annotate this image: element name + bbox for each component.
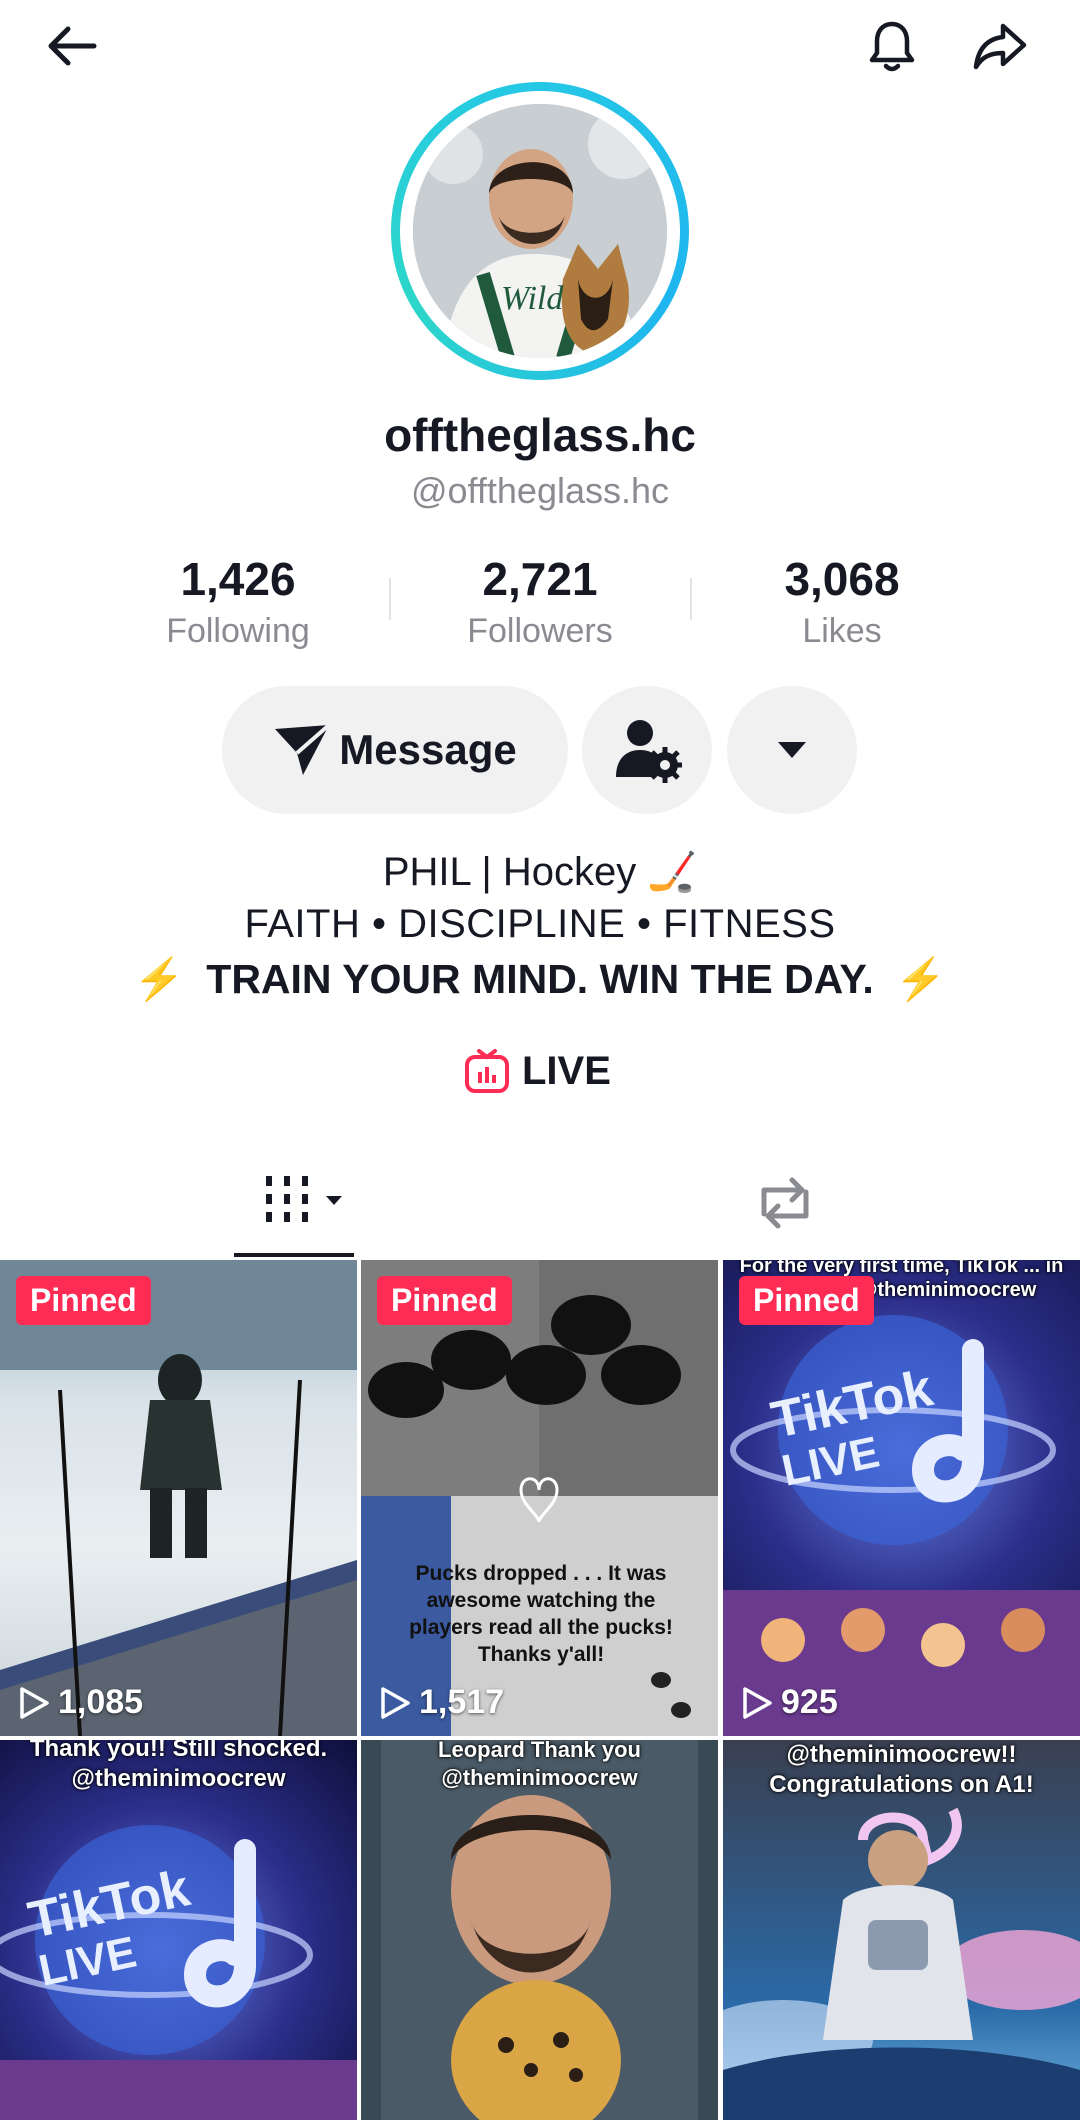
message-button[interactable]: Message	[222, 686, 568, 814]
play-icon	[20, 1686, 49, 1719]
view-count-value: 925	[781, 1683, 838, 1721]
stat-following[interactable]: 1,426 Following	[118, 548, 358, 652]
share-button[interactable]	[966, 12, 1034, 80]
bio-line-1: PHIL | Hockey 🏒	[382, 850, 698, 894]
stat-likes[interactable]: 3,068 Likes	[722, 548, 962, 652]
lightning-icon: ⚡	[895, 956, 947, 1002]
video-preview-image: TikTok LIVE	[723, 1315, 1080, 1736]
view-count: 1,085	[18, 1683, 143, 1722]
video-thumbnail[interactable]: Leopard Thank you @theminimoocrew	[361, 1740, 718, 2120]
video-preview-image	[0, 1260, 357, 1736]
followers-count: 2,721	[482, 553, 598, 605]
video-thumbnail[interactable]: TikTok LIVE Thank you!! Still shocked. @…	[0, 1740, 357, 2120]
stat-divider	[389, 578, 391, 620]
following-label: Following	[166, 612, 310, 650]
video-preview-image: TikTok LIVE	[0, 1825, 357, 2120]
pinned-badge: Pinned	[16, 1276, 151, 1325]
bio-line-3-text: TRAIN YOUR MIND. WIN THE DAY.	[206, 956, 874, 1002]
live-tv-icon	[465, 1049, 509, 1093]
avatar-ring[interactable]: Wild	[391, 82, 689, 380]
notifications-button[interactable]	[858, 12, 926, 80]
view-count-value: 1,517	[419, 1683, 505, 1721]
following-count: 1,426	[180, 553, 296, 605]
caret-down-icon	[778, 742, 806, 758]
avatar-image: Wild	[413, 104, 667, 358]
video-preview-image	[361, 1740, 718, 2120]
pinned-badge: Pinned	[739, 1276, 874, 1325]
lightning-icon: ⚡	[133, 956, 185, 1002]
stat-followers[interactable]: 2,721 Followers	[420, 548, 660, 652]
likes-count: 3,068	[784, 553, 900, 605]
video-thumbnail[interactable]: @theminimoocrew!! Congratulations on A1!	[723, 1740, 1080, 2120]
video-caption: @theminimoocrew!! Congratulations on A1!	[769, 1741, 1034, 1798]
followers-label: Followers	[467, 612, 613, 650]
video-grid: Pinned 1,085 Pucks dropped . . . It was …	[0, 1260, 1080, 2120]
bell-icon	[869, 21, 915, 72]
grid-videos-icon	[266, 1176, 342, 1222]
live-label: LIVE	[522, 1048, 611, 1093]
username-handle: @offtheglass.hc	[410, 470, 670, 511]
video-caption: Pucks dropped . . . It was awesome watch…	[409, 1562, 673, 1666]
tab-reposts[interactable]	[750, 1170, 820, 1236]
follow-settings-button[interactable]	[582, 686, 712, 814]
video-thumbnail[interactable]: Pinned 1,085	[0, 1260, 357, 1736]
bio-line-3: ⚡ TRAIN YOUR MIND. WIN THE DAY. ⚡	[0, 956, 1080, 1004]
message-label: Message	[339, 726, 517, 773]
active-tab-indicator	[234, 1253, 354, 1257]
play-icon	[381, 1686, 410, 1719]
repost-icon	[761, 1177, 809, 1229]
video-caption: Thank you!! Still shocked. @theminimoocr…	[29, 1740, 328, 1792]
live-link[interactable]: LIVE	[464, 1048, 611, 1094]
svg-text:Wild: Wild	[501, 280, 564, 317]
share-arrow-icon	[973, 23, 1027, 70]
back-button[interactable]	[38, 12, 106, 80]
more-options-button[interactable]	[727, 686, 857, 814]
bio-line-2: FAITH • DISCIPLINE • FITNESS	[244, 902, 836, 946]
send-icon	[275, 723, 331, 775]
arrow-left-icon	[48, 26, 97, 66]
profile-tabs	[0, 1150, 1080, 1258]
tab-videos[interactable]	[258, 1170, 358, 1236]
video-thumbnail[interactable]: Pucks dropped . . . It was awesome watch…	[361, 1260, 718, 1736]
user-settings-icon	[616, 720, 682, 783]
display-name: offtheglass.hc	[384, 409, 696, 461]
video-thumbnail[interactable]: TikTok LIVE For the very first time, Tik…	[723, 1260, 1080, 1736]
view-count: 925	[741, 1683, 838, 1722]
video-caption: Leopard Thank you @theminimoocrew	[438, 1740, 641, 1790]
view-count: 1,517	[379, 1683, 504, 1722]
likes-label: Likes	[802, 612, 882, 650]
pinned-badge: Pinned	[377, 1276, 512, 1325]
view-count-value: 1,085	[58, 1683, 144, 1721]
stat-divider	[690, 578, 692, 620]
play-icon	[743, 1686, 772, 1719]
avatar: Wild	[413, 104, 667, 358]
